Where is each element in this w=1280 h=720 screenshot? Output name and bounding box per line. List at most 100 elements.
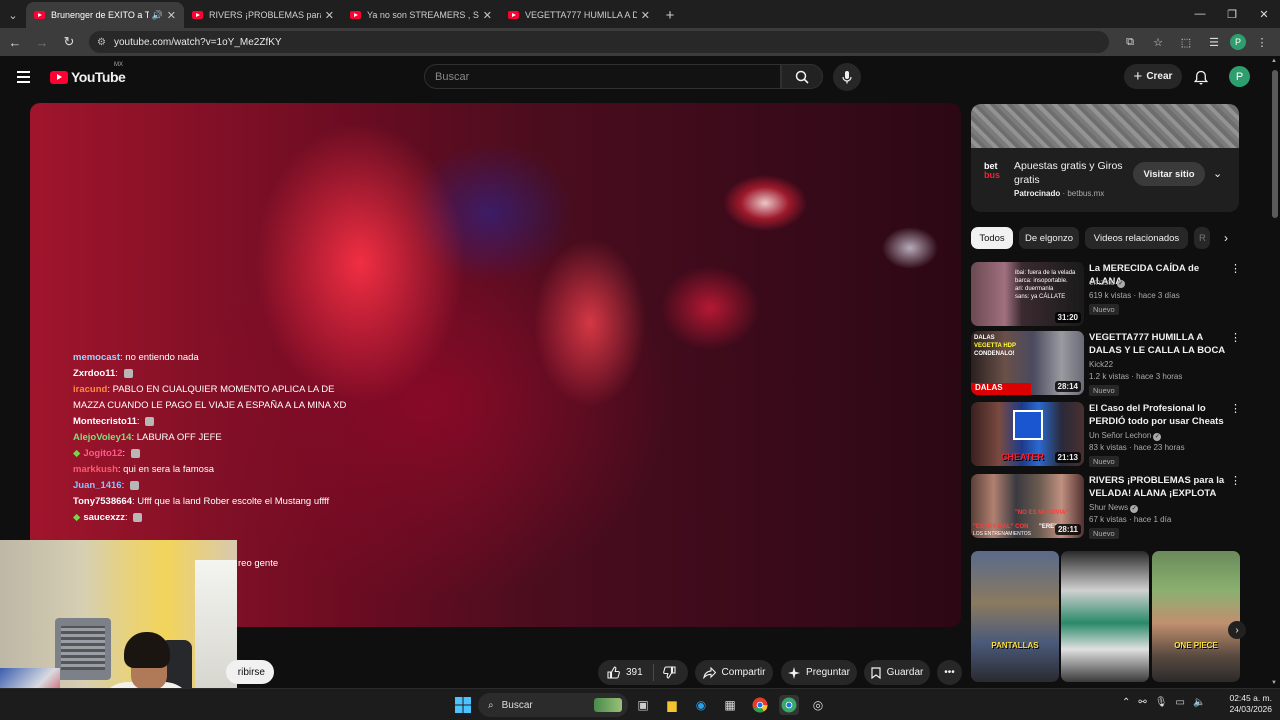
create-button[interactable]: + Crear: [1124, 64, 1182, 89]
reload-icon[interactable]: ↻: [57, 30, 81, 54]
extensions-icon[interactable]: ⬚: [1174, 30, 1198, 54]
maximize-icon[interactable]: ❐: [1216, 0, 1248, 28]
visit-site-button[interactable]: Visitar sitio: [1133, 162, 1205, 186]
short-card[interactable]: PANTALLAS: [971, 551, 1059, 682]
install-app-icon[interactable]: ⧉: [1118, 30, 1142, 54]
browser-tab-1[interactable]: Brunenger de EXITO a TRA 🔊 ✕: [26, 2, 184, 28]
channel-name[interactable]: Shur News ✓: [1089, 503, 1139, 513]
more-actions-button[interactable]: •••: [937, 660, 962, 685]
close-tab-icon[interactable]: ✕: [641, 9, 650, 22]
chip-partial[interactable]: R: [1194, 227, 1210, 249]
search-input[interactable]: Buscar: [424, 64, 781, 89]
more-options-icon[interactable]: ⋮: [1230, 402, 1241, 415]
video-thumbnail[interactable]: ibai: fuera de la velada barca: insoport…: [971, 262, 1084, 326]
scroll-up-icon[interactable]: ▲: [1271, 58, 1277, 64]
forward-icon[interactable]: →: [30, 30, 54, 54]
close-tab-icon[interactable]: ✕: [167, 9, 176, 22]
tab-search-icon[interactable]: ⌄: [0, 2, 26, 28]
like-count: 391: [626, 667, 643, 678]
file-explorer-icon[interactable]: ▆: [662, 695, 682, 715]
display-icon[interactable]: ▭: [1175, 697, 1184, 708]
thumbnail-caption: ibai: fuera de la velada barca: insoport…: [1015, 269, 1075, 301]
chip-de-elgonzo[interactable]: De elgonzo: [1019, 227, 1079, 249]
menu-icon[interactable]: [17, 71, 37, 83]
video-meta: 619 k vistas · hace 3 días: [1089, 291, 1180, 300]
short-card[interactable]: [1061, 551, 1149, 682]
new-badge: Nuevo: [1089, 528, 1119, 539]
url-field[interactable]: ⚙ youtube.com/watch?v=1oY_Me2ZfKY: [89, 31, 1109, 53]
channel-name-text: Shur News: [1089, 503, 1129, 512]
channel-name[interactable]: emzsto ✓: [1089, 278, 1125, 288]
task-view-icon[interactable]: ▣: [633, 695, 653, 715]
browser-profile-avatar[interactable]: P: [1230, 34, 1246, 50]
chevron-right-icon[interactable]: ›: [1215, 227, 1237, 249]
youtube-logo[interactable]: YouTube MX: [50, 62, 126, 85]
chrome-icon[interactable]: [750, 695, 770, 715]
scroll-down-icon[interactable]: ▼: [1271, 680, 1277, 686]
close-window-icon[interactable]: ✕: [1248, 0, 1280, 28]
avatar[interactable]: P: [1229, 66, 1250, 87]
logo-text: YouTube: [71, 69, 126, 85]
bookmark-star-icon[interactable]: ☆: [1146, 30, 1170, 54]
scrollbar-thumb[interactable]: [1272, 70, 1278, 218]
browser-tab-3[interactable]: Ya no son STREAMERS , Son es ✕: [342, 2, 500, 28]
chip-todos[interactable]: Todos: [971, 227, 1013, 249]
browser-tab-4[interactable]: VEGETTA777 HUMILLA A DALA ✕: [500, 2, 658, 28]
chrome-active-icon[interactable]: [779, 695, 799, 715]
microphone-icon[interactable]: 🎙: [1155, 697, 1168, 708]
close-tab-icon[interactable]: ✕: [325, 9, 334, 22]
bell-icon: [1194, 70, 1208, 84]
recording-app-icon[interactable]: ◎: [808, 695, 828, 715]
windows-start-icon[interactable]: [453, 695, 473, 715]
sponsored-ad[interactable]: bet bus Apuestas gratis y Giros gratis P…: [971, 104, 1239, 212]
speaker-icon[interactable]: 🔊: [152, 10, 163, 21]
short-card[interactable]: ONE PIECE: [1152, 551, 1240, 682]
channel-name[interactable]: Kick22: [1089, 360, 1113, 369]
chip-videos-relacionados[interactable]: Videos relacionados: [1085, 227, 1188, 249]
channel-name[interactable]: Un Señor Lechon ✓: [1089, 431, 1162, 441]
more-options-icon[interactable]: ⋮: [1230, 474, 1241, 487]
video-thumbnail[interactable]: "NO ES MI NOVIA" "ESTOY MAL" CON LOS ENT…: [971, 474, 1084, 538]
video-title[interactable]: El Caso del Profesional lo PERDIÓ todo p…: [1089, 402, 1227, 428]
minimize-icon[interactable]: —: [1184, 0, 1216, 28]
video-title[interactable]: RIVERS ¡PROBLEMAS para la VELADA! ALANA …: [1089, 474, 1227, 500]
chevron-right-icon[interactable]: ›: [1228, 621, 1246, 639]
back-icon[interactable]: ←: [3, 30, 27, 54]
subscribe-button[interactable]: ribirse: [226, 660, 274, 684]
search-button[interactable]: [781, 64, 823, 89]
new-tab-button[interactable]: +: [658, 2, 682, 28]
reading-list-icon[interactable]: ☰: [1202, 30, 1226, 54]
site-info-icon[interactable]: ⚙: [97, 37, 106, 48]
related-video[interactable]: DALAS VEGETTA HDP CONDENALO! DALAS 28:14…: [971, 331, 1241, 396]
browser-tab-2[interactable]: RIVERS ¡PROBLEMAS para la VE ✕: [184, 2, 342, 28]
like-button[interactable]: 391: [598, 664, 654, 681]
video-title[interactable]: VEGETTA777 HUMILLA A DALAS Y LE CALLA LA…: [1089, 331, 1227, 357]
network-icon[interactable]: ⚯: [1138, 697, 1146, 708]
share-button[interactable]: Compartir: [695, 660, 773, 685]
more-options-icon[interactable]: ⋮: [1230, 331, 1241, 344]
taskbar-search[interactable]: ⌕ Buscar: [478, 693, 628, 717]
ask-button[interactable]: Preguntar: [781, 660, 857, 685]
related-video[interactable]: CHEATER 21:13 El Caso del Profesional lo…: [971, 402, 1241, 467]
more-icon: •••: [944, 667, 955, 678]
page-scrollbar[interactable]: ▲ ▼: [1270, 56, 1280, 688]
more-options-icon[interactable]: ⋮: [1230, 262, 1241, 275]
edge-browser-icon[interactable]: ◉: [691, 695, 711, 715]
volume-icon[interactable]: 🔈: [1193, 697, 1205, 708]
taskbar-clock[interactable]: 02:45 a. m. 24/03/2026: [1222, 693, 1272, 715]
browser-menu-icon[interactable]: ⋮: [1250, 30, 1274, 54]
save-button[interactable]: Guardar: [864, 660, 930, 685]
ad-title[interactable]: Apuestas gratis y Giros gratis: [1014, 159, 1129, 187]
video-thumbnail[interactable]: CHEATER 21:13: [971, 402, 1084, 466]
related-video[interactable]: "NO ES MI NOVIA" "ESTOY MAL" CON LOS ENT…: [971, 474, 1241, 539]
chevron-down-icon[interactable]: ⌄: [1213, 167, 1222, 180]
dislike-button[interactable]: [654, 666, 676, 679]
chevron-up-icon[interactable]: ⌃: [1122, 697, 1130, 708]
voice-search-button[interactable]: [833, 63, 861, 91]
ad-banner-image[interactable]: [971, 104, 1239, 148]
notifications-button[interactable]: [1190, 66, 1212, 88]
related-video[interactable]: ibai: fuera de la velada barca: insoport…: [971, 262, 1241, 326]
video-thumbnail[interactable]: DALAS VEGETTA HDP CONDENALO! DALAS 28:14: [971, 331, 1084, 395]
microsoft-store-icon[interactable]: ▦: [720, 695, 740, 715]
close-tab-icon[interactable]: ✕: [483, 9, 492, 22]
